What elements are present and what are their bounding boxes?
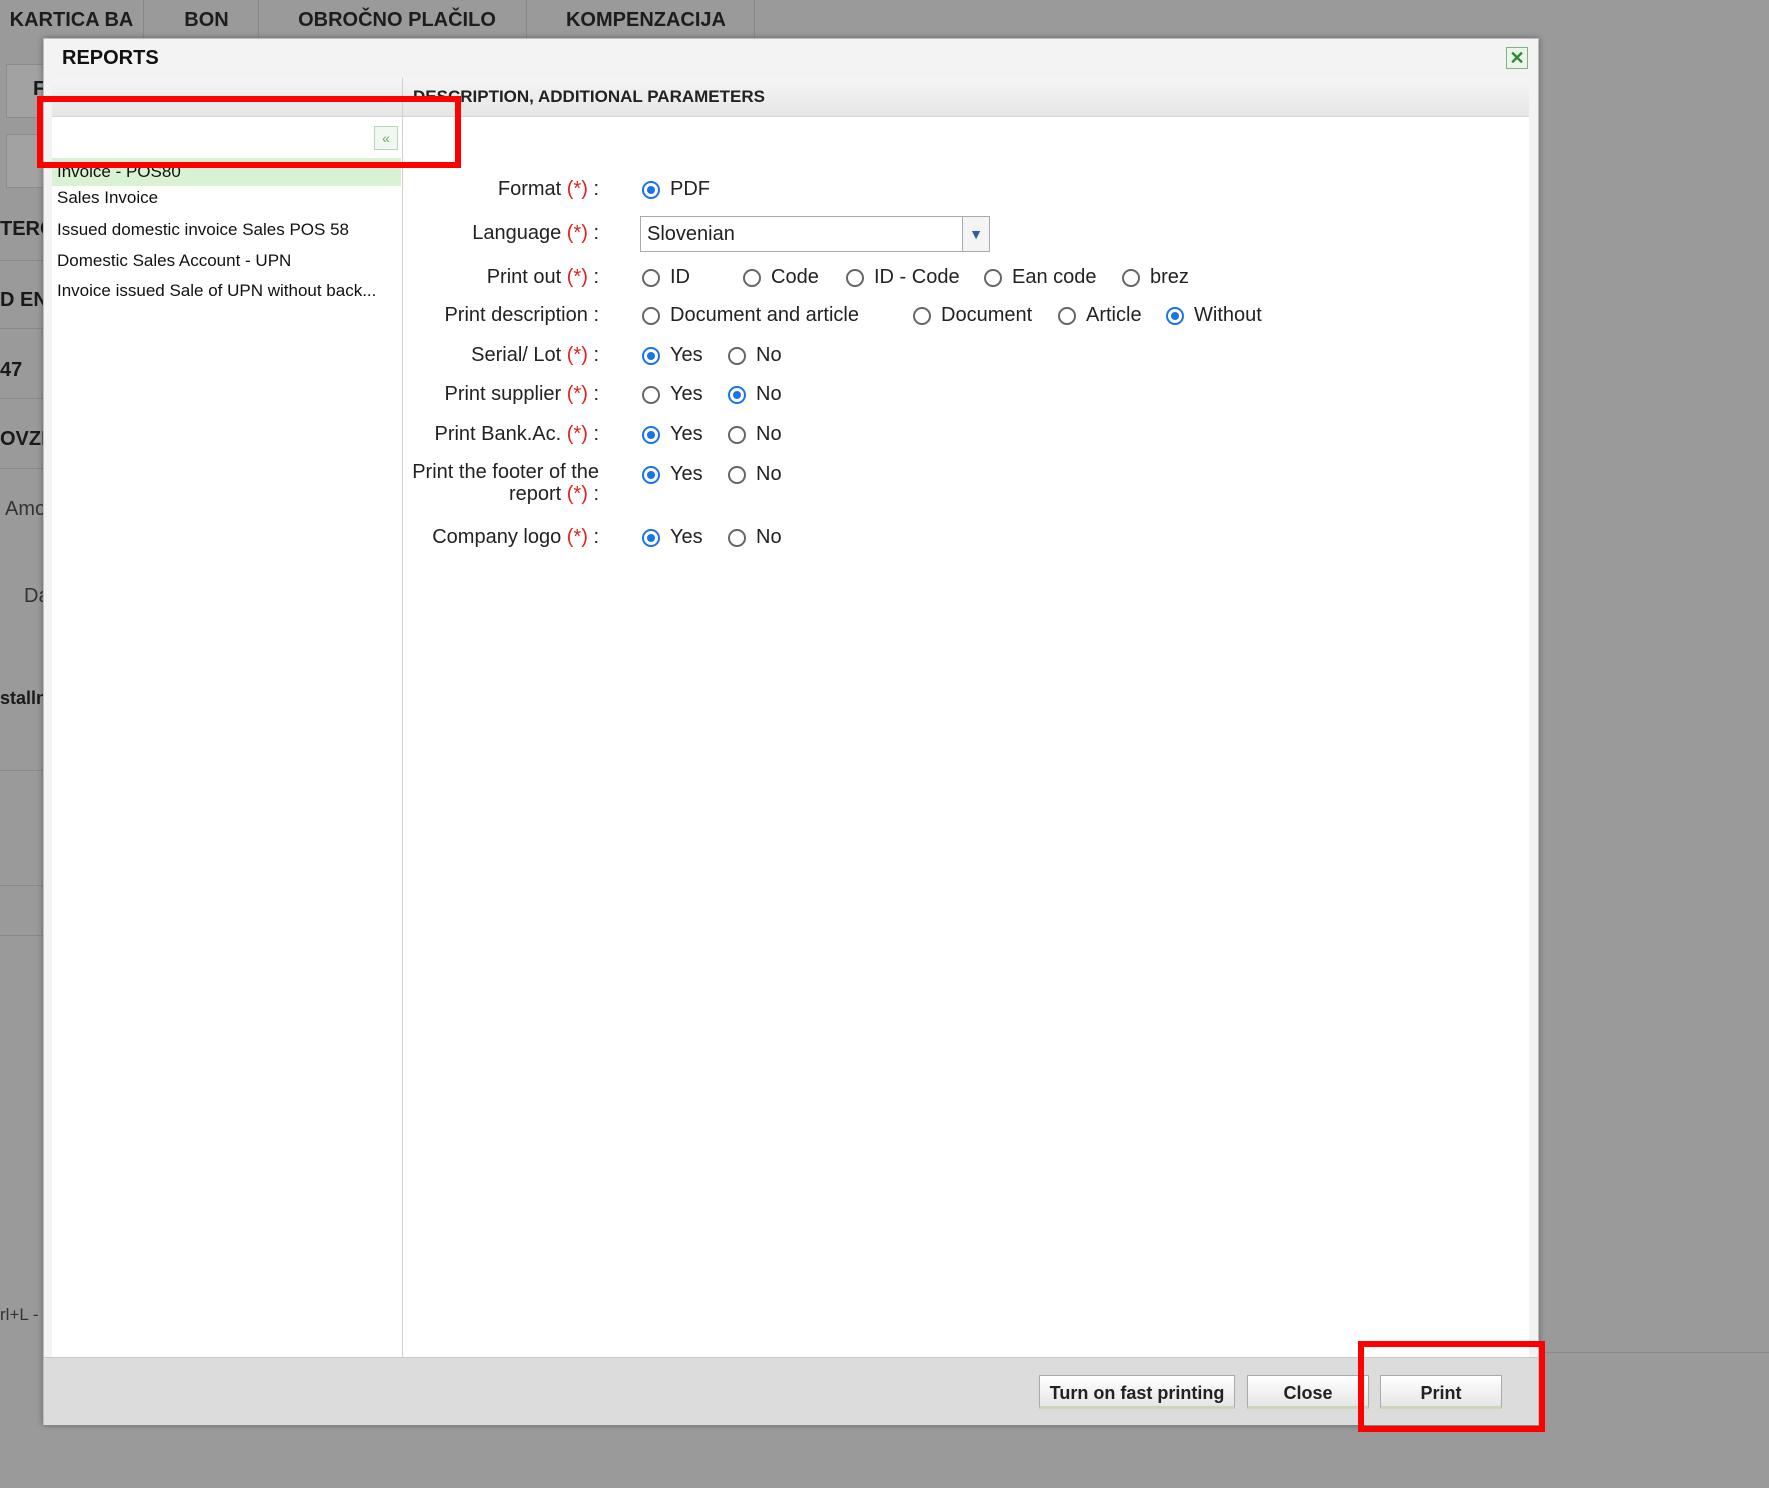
- tab-kompenzacija[interactable]: KOMPENZACIJA: [538, 0, 755, 40]
- print-description-option-document[interactable]: Document: [913, 304, 1032, 327]
- parameters-header: DESCRIPTION, ADDITIONAL PARAMETERS: [403, 78, 1529, 117]
- language-value: Slovenian: [647, 223, 735, 245]
- radio-icon[interactable]: [642, 528, 660, 547]
- background-divider: [0, 468, 44, 469]
- print-footer-option-no[interactable]: No: [728, 463, 782, 486]
- radio-icon[interactable]: [1122, 268, 1140, 287]
- print-description-option-article[interactable]: Article: [1058, 304, 1142, 327]
- background-divider: [1540, 1352, 1769, 1353]
- company-logo-label: Company logo (*) :: [432, 526, 599, 548]
- parameters-panel: DESCRIPTION, ADDITIONAL PARAMETERS Forma…: [403, 78, 1529, 1394]
- print-out-option-code[interactable]: Code: [743, 266, 819, 289]
- company-logo-option-yes[interactable]: Yes: [642, 526, 703, 549]
- radio-icon[interactable]: [642, 346, 660, 365]
- background-fragment: D EN: [0, 289, 48, 311]
- radio-icon[interactable]: [642, 306, 660, 325]
- radio-icon[interactable]: [642, 465, 660, 484]
- print-bank-label: Print Bank.Ac. (*) :: [434, 423, 599, 445]
- language-label: Language (*) :: [472, 222, 599, 244]
- tab-obrocno-placilo[interactable]: OBROČNO PLAČILO: [268, 0, 527, 40]
- radio-icon[interactable]: [728, 528, 746, 547]
- background-fragment: Amo: [5, 498, 47, 520]
- radio-icon[interactable]: [728, 465, 746, 484]
- serial-lot-option-no[interactable]: No: [728, 344, 782, 367]
- radio-icon[interactable]: [642, 268, 660, 287]
- background-divider: [0, 935, 44, 936]
- print-bank-option-yes[interactable]: Yes: [642, 423, 703, 446]
- dialog-footer: Turn on fast printing Close Print: [44, 1357, 1538, 1425]
- print-footer-label: Print the footer of the report (*) :: [412, 461, 599, 505]
- background-tab-bar: KARTICA BA BON OBROČNO PLAČILO KOMPENZAC…: [0, 0, 1769, 40]
- print-footer-option-yes[interactable]: Yes: [642, 463, 703, 486]
- print-description-label: Print description :: [444, 304, 599, 326]
- highlight-selected-report: [37, 96, 461, 168]
- radio-icon[interactable]: [913, 306, 931, 325]
- background-divider: [0, 260, 44, 261]
- language-select[interactable]: Slovenian ▼: [640, 216, 990, 252]
- serial-lot-label: Serial/ Lot (*) :: [471, 344, 599, 366]
- radio-icon[interactable]: [1058, 306, 1076, 325]
- highlight-print-button: [1358, 1341, 1545, 1432]
- print-supplier-option-no[interactable]: No: [728, 383, 782, 406]
- radio-icon[interactable]: [642, 180, 660, 199]
- radio-icon[interactable]: [642, 385, 660, 404]
- radio-icon[interactable]: [984, 268, 1002, 287]
- report-list-panel: « Invoice - POS80 Sales Invoice Issued d…: [52, 78, 403, 1394]
- tab-bon[interactable]: BON: [155, 0, 259, 40]
- background-fragment: rl+L -: [0, 1305, 39, 1324]
- print-out-option-ean-code[interactable]: Ean code: [984, 266, 1097, 289]
- print-out-option-brez[interactable]: brez: [1122, 266, 1189, 289]
- report-item-pos58[interactable]: Issued domestic invoice Sales POS 58: [52, 216, 401, 244]
- background-divider: [0, 885, 44, 886]
- report-item-sales-invoice[interactable]: Sales Invoice: [52, 188, 401, 208]
- print-description-option-without[interactable]: Without: [1166, 304, 1262, 327]
- background-divider: [0, 398, 44, 399]
- radio-icon[interactable]: [642, 425, 660, 444]
- company-logo-option-no[interactable]: No: [728, 526, 782, 549]
- radio-icon[interactable]: [728, 425, 746, 444]
- print-supplier-option-yes[interactable]: Yes: [642, 383, 703, 406]
- background-fragment: stalln: [0, 688, 48, 708]
- print-out-option-id[interactable]: ID: [642, 266, 690, 289]
- print-bank-option-no[interactable]: No: [728, 423, 782, 446]
- radio-icon[interactable]: [728, 346, 746, 365]
- close-icon[interactable]: ✕: [1506, 47, 1528, 69]
- print-out-option-id-code[interactable]: ID - Code: [846, 266, 960, 289]
- print-supplier-label: Print supplier (*) :: [444, 383, 599, 405]
- radio-icon[interactable]: [743, 268, 761, 287]
- parameters-header-title: DESCRIPTION, ADDITIONAL PARAMETERS: [413, 87, 765, 106]
- background-divider: [0, 770, 44, 771]
- chevron-down-icon[interactable]: ▼: [962, 217, 989, 251]
- reports-dialog: REPORTS ✕ « Invoice - POS80 Sales Invoic…: [43, 38, 1539, 1425]
- fast-printing-button[interactable]: Turn on fast printing: [1039, 1375, 1235, 1409]
- radio-icon[interactable]: [846, 268, 864, 287]
- print-out-label: Print out (*) :: [486, 266, 599, 288]
- report-item-upn-without-back[interactable]: Invoice issued Sale of UPN without back.…: [52, 277, 401, 305]
- background-divider: [0, 328, 44, 329]
- dialog-title: REPORTS: [62, 47, 159, 69]
- close-button[interactable]: Close: [1247, 1375, 1369, 1409]
- format-label: Format (*) :: [497, 178, 599, 200]
- print-description-option-document-and-article[interactable]: Document and article: [642, 304, 859, 327]
- radio-icon[interactable]: [1166, 306, 1184, 325]
- radio-icon[interactable]: [728, 385, 746, 404]
- report-item-upn[interactable]: Domestic Sales Account - UPN: [52, 247, 401, 275]
- tab-kartica-ba[interactable]: KARTICA BA: [0, 0, 144, 40]
- serial-lot-option-yes[interactable]: Yes: [642, 344, 703, 367]
- format-option-pdf[interactable]: PDF: [642, 178, 710, 201]
- background-fragment: 47: [0, 359, 23, 381]
